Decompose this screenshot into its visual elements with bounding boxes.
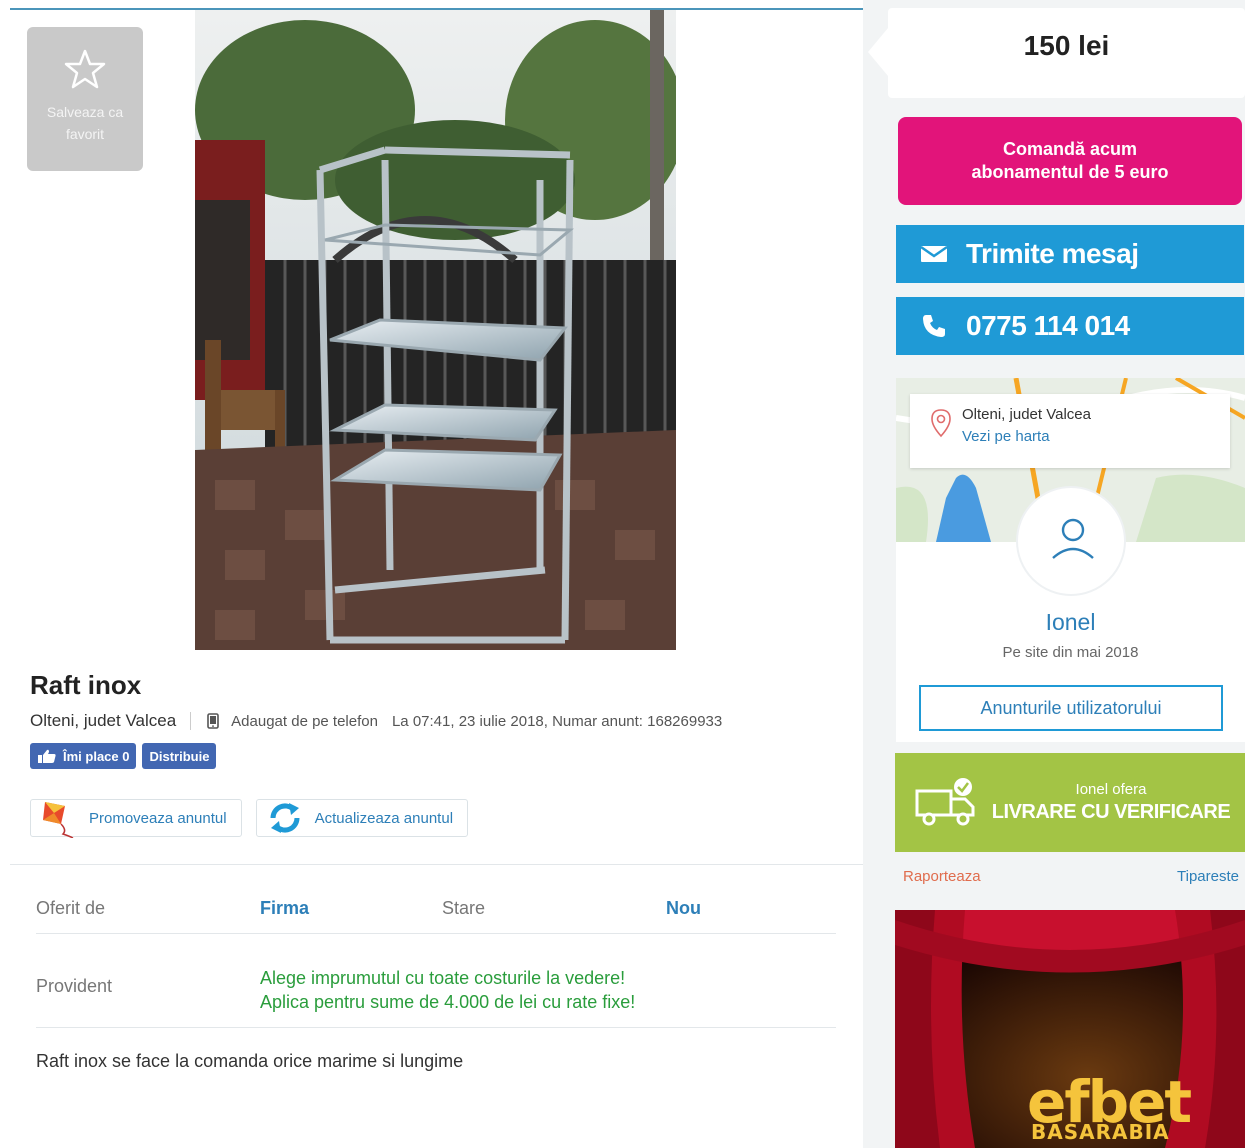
user-ads-button[interactable]: Anunturile utilizatorului [919, 685, 1223, 731]
phone-device-icon [207, 713, 219, 729]
envelope-icon [920, 245, 948, 262]
sponsor-label: Provident [36, 976, 113, 996]
print-link[interactable]: Tipareste [1177, 868, 1239, 885]
report-link[interactable]: Raporteaza [903, 868, 981, 885]
save-favorite-label: Salveaza ca favorit [46, 104, 124, 142]
listing-description: Raft inox se face la comanda orice marim… [36, 1051, 464, 1071]
user-icon [1052, 518, 1094, 559]
phone-number: 0775 114 014 [966, 310, 1130, 341]
update-listing-button[interactable]: Actualizeaza anuntul [255, 799, 469, 837]
condition-label: Stare [442, 898, 486, 918]
user-since: Pe site din mai 2018 [1002, 644, 1139, 661]
delivery-line-1: Ionel ofera [1075, 781, 1147, 798]
seller-card: Olteni, judet Valcea Vezi pe harta Ionel… [896, 378, 1245, 742]
price: 150 lei [1023, 30, 1110, 61]
facebook-share-button[interactable]: Distribuie [142, 743, 217, 769]
details-row-attributes: Oferit de Firma Stare Nou [36, 888, 836, 934]
offered-by-label: Oferit de [36, 898, 106, 918]
save-favorite-button[interactable]: Salveaza ca favorit [27, 27, 143, 171]
offered-by-value[interactable]: Firma [260, 898, 309, 919]
order-subscription-button[interactable]: Comandă acum abonamentul de 5 euro [898, 117, 1242, 205]
send-message-button[interactable]: Trimite mesaj [896, 225, 1244, 283]
refresh-icon [270, 803, 300, 833]
facebook-share-label: Distribuie [149, 748, 210, 764]
section-divider [10, 864, 863, 865]
order-line-1: Comandă acum [1002, 139, 1138, 159]
details-row-sponsor: Provident Alege imprumutul cu toate cost… [36, 934, 836, 1028]
map-location-text: Olteni, judet Valcea [962, 406, 1091, 423]
condition-value[interactable]: Nou [666, 898, 701, 919]
delivery-line-2: LIVRARE CU VERIFICARE [991, 801, 1231, 823]
meta-separator [190, 712, 192, 730]
map-location-popup: Olteni, judet Valcea Vezi pe harta [910, 394, 1230, 468]
listing-photo-image [195, 10, 676, 650]
delivery-banner[interactable]: Ionel ofera LIVRARE CU VERIFICARE [895, 753, 1245, 852]
listing-details: Oferit de Firma Stare Nou Provident Aleg… [36, 888, 836, 1028]
promote-listing-button[interactable]: Promoveaza anuntul [30, 799, 242, 838]
ad-logo-subtext: BASARABIA [1031, 1120, 1170, 1144]
view-on-map-link[interactable]: Vezi pe harta [962, 428, 1050, 445]
advertisement-banner[interactable]: efbet BASARABIA [895, 910, 1245, 1148]
added-from: Adaugat de pe telefon [231, 712, 378, 730]
promote-listing-label: Promoveaza anuntul [89, 809, 227, 827]
sponsor-link[interactable]: Alege imprumutul cu toate costurile la v… [260, 966, 635, 1014]
user-name[interactable]: Ionel [896, 609, 1245, 636]
update-listing-label: Actualizeaza anuntul [314, 809, 454, 827]
social-buttons: Îmi place 0 Distribuie [30, 743, 217, 769]
star-icon [64, 49, 106, 89]
facebook-like-button[interactable]: Îmi place 0 [30, 743, 137, 769]
order-line-2: abonamentul de 5 euro [971, 162, 1169, 182]
send-message-label: Trimite mesaj [966, 238, 1139, 269]
map-pin-icon [931, 409, 951, 438]
listing-location: Olteni, judet Valcea [30, 711, 177, 730]
listing-actions: Promoveaza anuntul Actualizeaza anuntul [30, 799, 469, 838]
sponsor-line-1: Alege imprumutul cu toate costurile la v… [260, 968, 626, 988]
sponsor-line-2: Aplica pentru sume de 4.000 de lei cu ra… [260, 992, 636, 1012]
thumbs-up-icon [38, 749, 56, 763]
truck-icon [915, 778, 975, 826]
listing-meta: Olteni, judet Valcea Adaugat de pe telef… [30, 709, 722, 733]
listing-title: Raft inox [30, 670, 142, 700]
posted-info: La 07:41, 23 iulie 2018, Numar anunt: 16… [391, 712, 723, 730]
listing-photo[interactable] [195, 10, 676, 650]
show-phone-button[interactable]: 0775 114 014 [896, 297, 1244, 355]
price-notch [868, 28, 888, 76]
facebook-like-label: Îmi place 0 [63, 748, 130, 764]
kite-icon [43, 802, 74, 838]
avatar[interactable] [1016, 486, 1126, 596]
phone-icon [923, 315, 945, 337]
